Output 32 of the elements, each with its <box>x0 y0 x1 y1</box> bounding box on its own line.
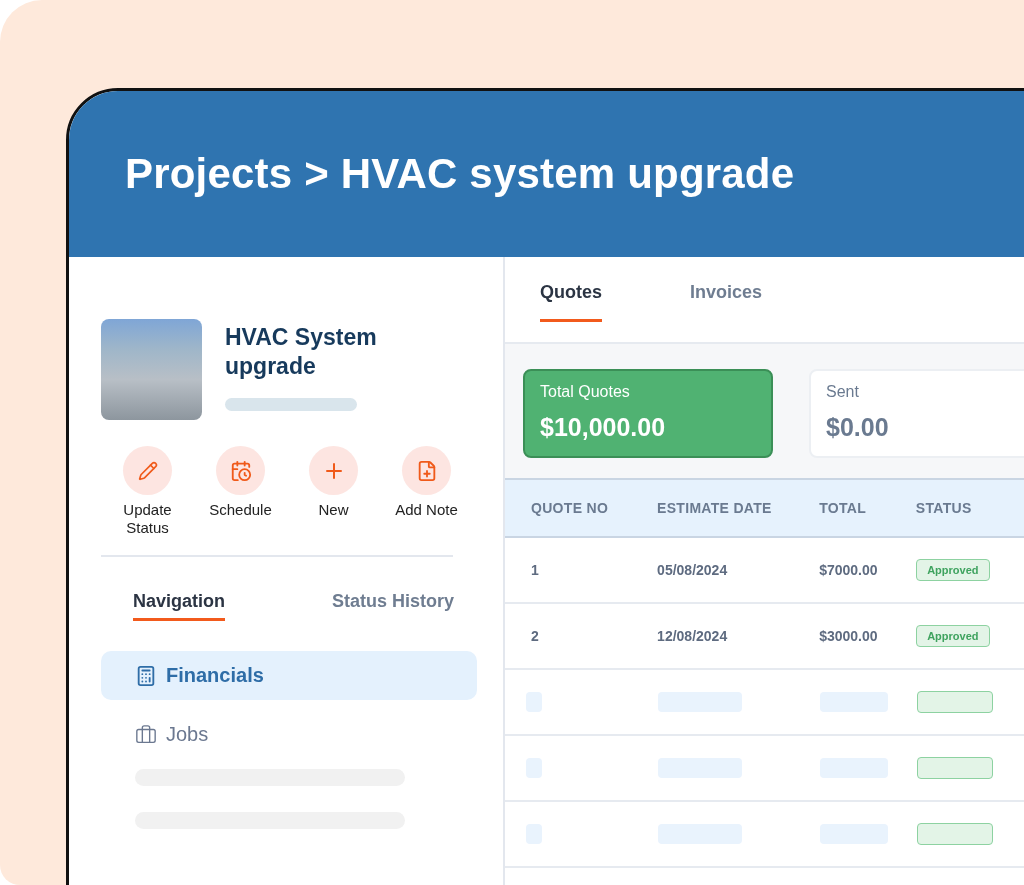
tab[interactable]: Quotes <box>540 282 602 322</box>
pencil-icon <box>137 460 158 481</box>
action-button[interactable]: Schedule <box>194 446 287 537</box>
action-button[interactable]: Update Status <box>101 446 194 537</box>
card-label: Sent <box>826 383 860 401</box>
column-header: ESTIMATE DATE <box>657 480 820 537</box>
page-title: Projects > HVAC system upgrade <box>125 150 795 198</box>
table-cell: 1 <box>505 537 658 603</box>
calculator-icon <box>135 664 157 687</box>
nav-item[interactable]: Financials <box>101 651 477 700</box>
briefcase-icon <box>135 723 157 746</box>
table-cell: $7000.00 <box>819 537 916 603</box>
column-header: QUOTE NO <box>505 480 658 537</box>
calendar-clock-icon <box>229 459 252 482</box>
nav-item[interactable]: Jobs <box>101 710 477 759</box>
card-value: $10,000.00 <box>540 413 667 442</box>
table-cell: 05/08/2024 <box>657 537 820 603</box>
card-value: $0.00 <box>826 413 890 442</box>
table-cell: 2 <box>505 603 658 669</box>
sidebar-tab[interactable]: Status History <box>331 591 454 621</box>
action-button[interactable]: Add Note <box>380 446 473 537</box>
card-label: Total Quotes <box>540 383 631 401</box>
status-badge: Approved <box>915 625 990 647</box>
table-cell: 12/08/2024 <box>657 603 820 669</box>
tab[interactable]: Invoices <box>690 282 763 322</box>
action-button[interactable]: New <box>287 446 380 537</box>
column-header: TOTAL <box>819 480 916 537</box>
table-cell: $3000.00 <box>819 603 916 669</box>
project-name: HVAC System upgrade <box>225 323 378 381</box>
column-header: STATUS <box>915 480 1024 537</box>
status-badge: Approved <box>915 559 990 581</box>
sidebar-tab[interactable]: Navigation <box>133 591 225 621</box>
